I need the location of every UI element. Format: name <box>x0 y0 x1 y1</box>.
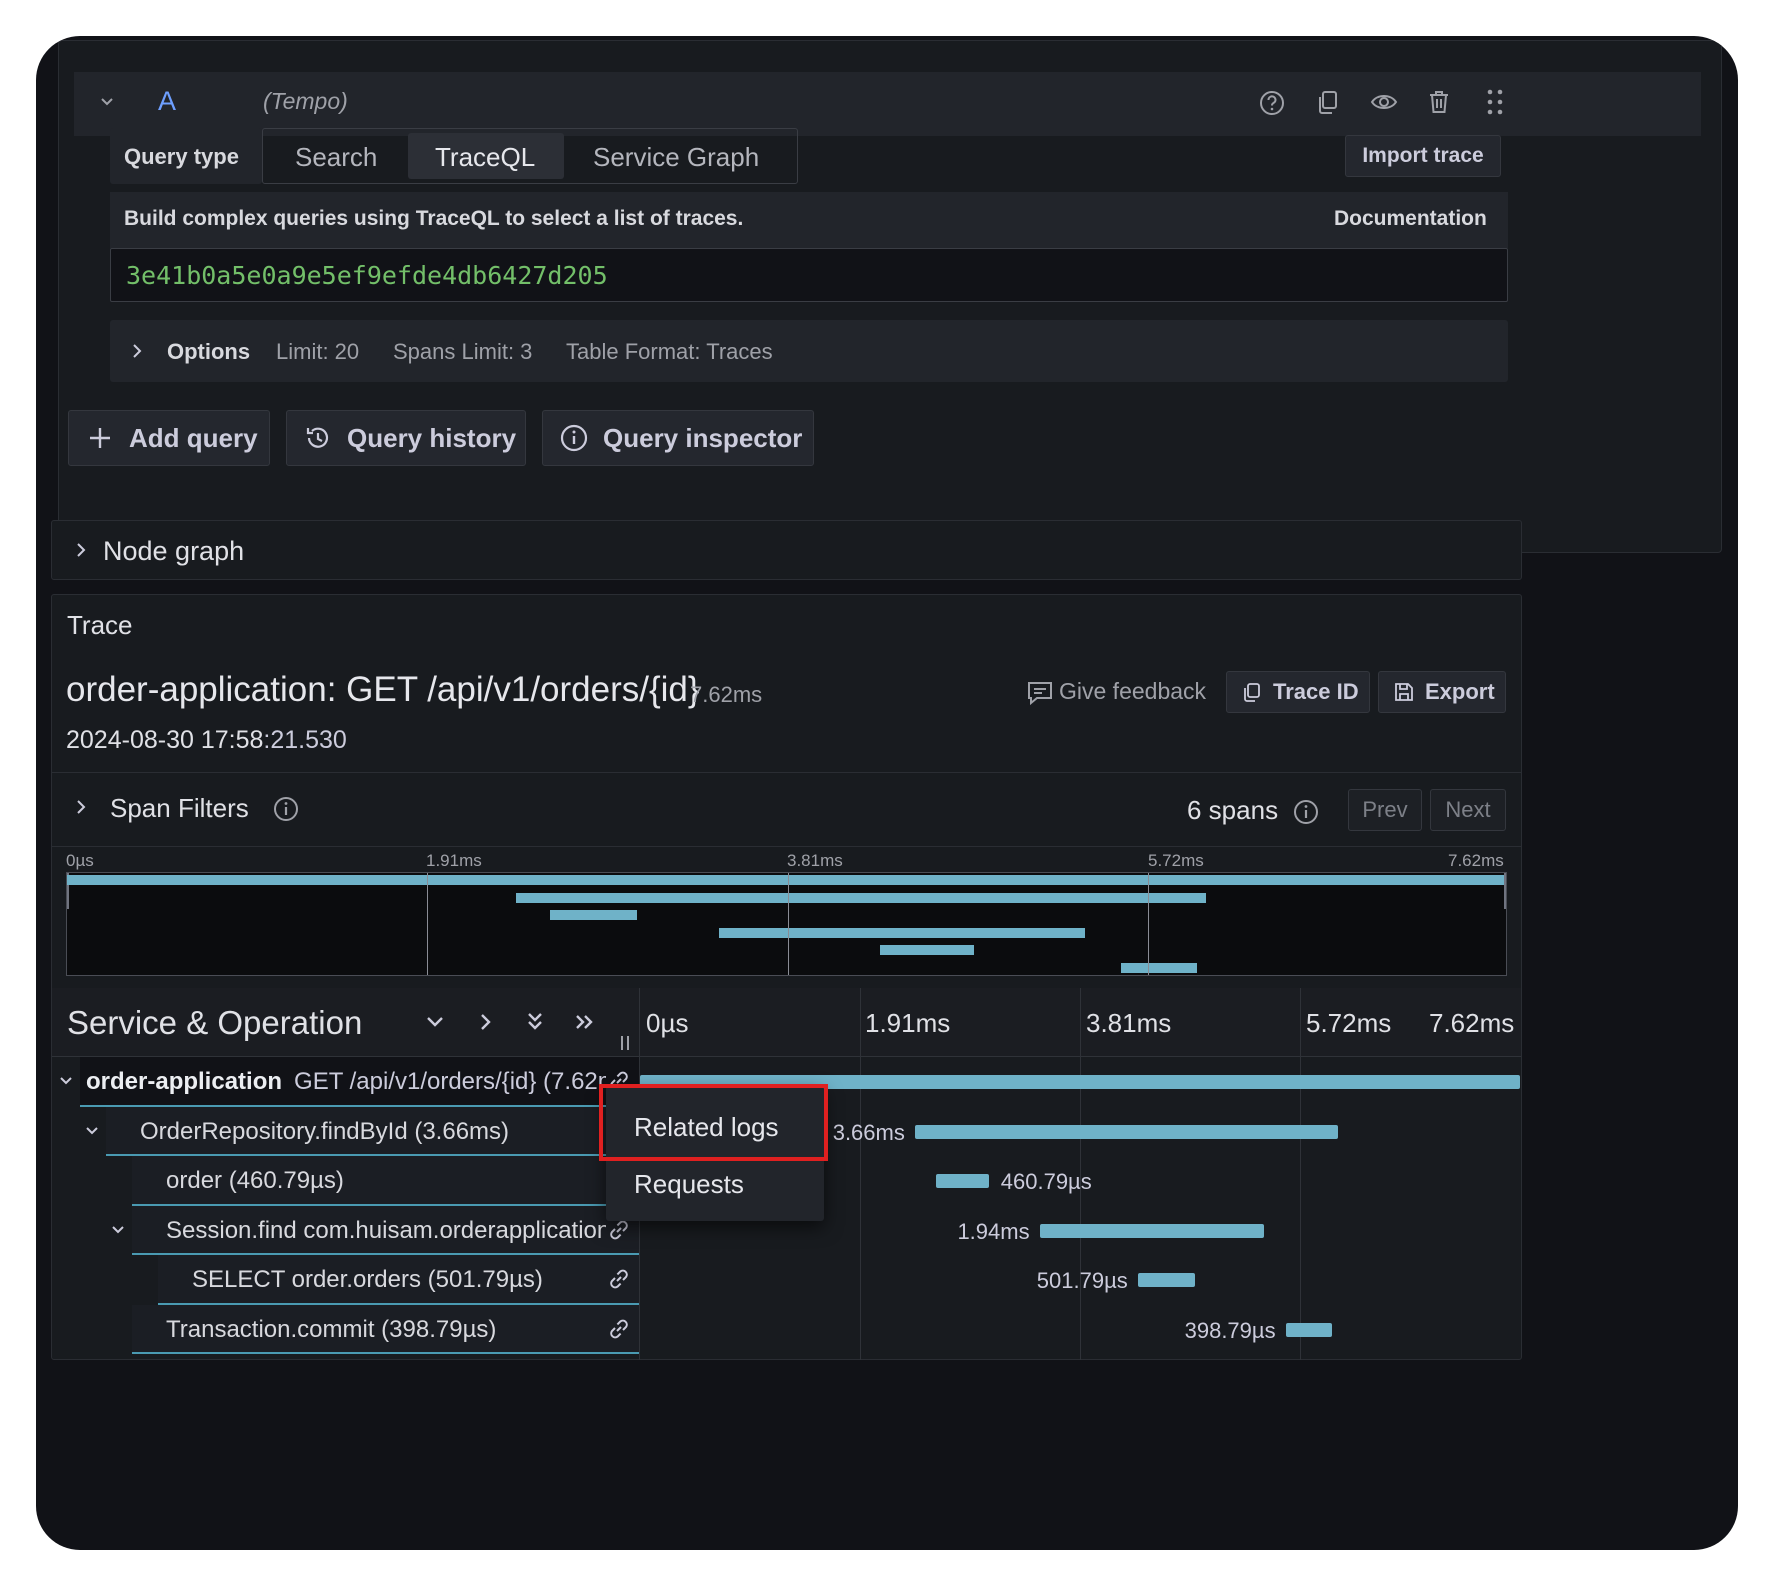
span-label[interactable]: Session.find com.huisam.orderapplication… <box>166 1217 606 1245</box>
span-label[interactable]: order (460.79µs) <box>166 1167 606 1195</box>
span-operation-name: Transaction.commit (398.79µs) <box>166 1315 497 1343</box>
span-label[interactable]: order-application GET /api/v1/orders/{id}… <box>86 1068 606 1096</box>
menu-item-requests[interactable]: Requests <box>634 1169 744 1200</box>
span-timeline-bar[interactable] <box>914 1124 1338 1139</box>
chevron-down-icon[interactable] <box>110 1223 126 1237</box>
link-icon[interactable] <box>606 1316 632 1342</box>
span-timeline-bar[interactable] <box>935 1174 989 1188</box>
span-duration-label: 398.79µs <box>1184 1317 1276 1343</box>
span-operation-name: Session.find com.huisam.orderapplication… <box>166 1216 606 1244</box>
span-row-underline <box>132 1352 639 1354</box>
app-window: A (Tempo) Query type Search TraceQL Serv… <box>36 36 1738 1550</box>
span-operation-name: SELECT order.orders (501.79µs) <box>192 1266 543 1293</box>
span-label[interactable]: SELECT order.orders (501.79µs) <box>192 1266 606 1294</box>
span-duration-label: 501.79µs <box>1036 1268 1128 1293</box>
span-duration-label: 460.79µs <box>1000 1169 1092 1194</box>
span-timeline-bar[interactable] <box>1285 1322 1332 1337</box>
menu-item-related-logs[interactable]: Related logs <box>634 1112 779 1143</box>
span-timeline-bar[interactable] <box>1137 1273 1196 1287</box>
span-timeline-bar[interactable] <box>1039 1223 1264 1238</box>
span-operation-name: GET /api/v1/orders/{id} (7.62ms) <box>294 1068 606 1095</box>
span-label[interactable]: OrderRepository.findById (3.66ms) <box>140 1118 606 1146</box>
span-duration-label: 1.94ms <box>957 1218 1030 1244</box>
link-icon[interactable] <box>606 1266 632 1292</box>
chevron-down-icon[interactable] <box>58 1074 74 1088</box>
chevron-down-icon[interactable] <box>84 1124 100 1138</box>
span-service-name: order-application <box>86 1068 283 1095</box>
span-operation-name: OrderRepository.findById (3.66ms) <box>140 1117 510 1145</box>
span-label[interactable]: Transaction.commit (398.79µs) <box>166 1316 606 1344</box>
span-duration-label: 3.66ms <box>832 1119 905 1145</box>
span-operation-name: order (460.79µs) <box>166 1167 344 1194</box>
span-list: order-application GET /api/v1/orders/{id}… <box>36 36 1738 1360</box>
